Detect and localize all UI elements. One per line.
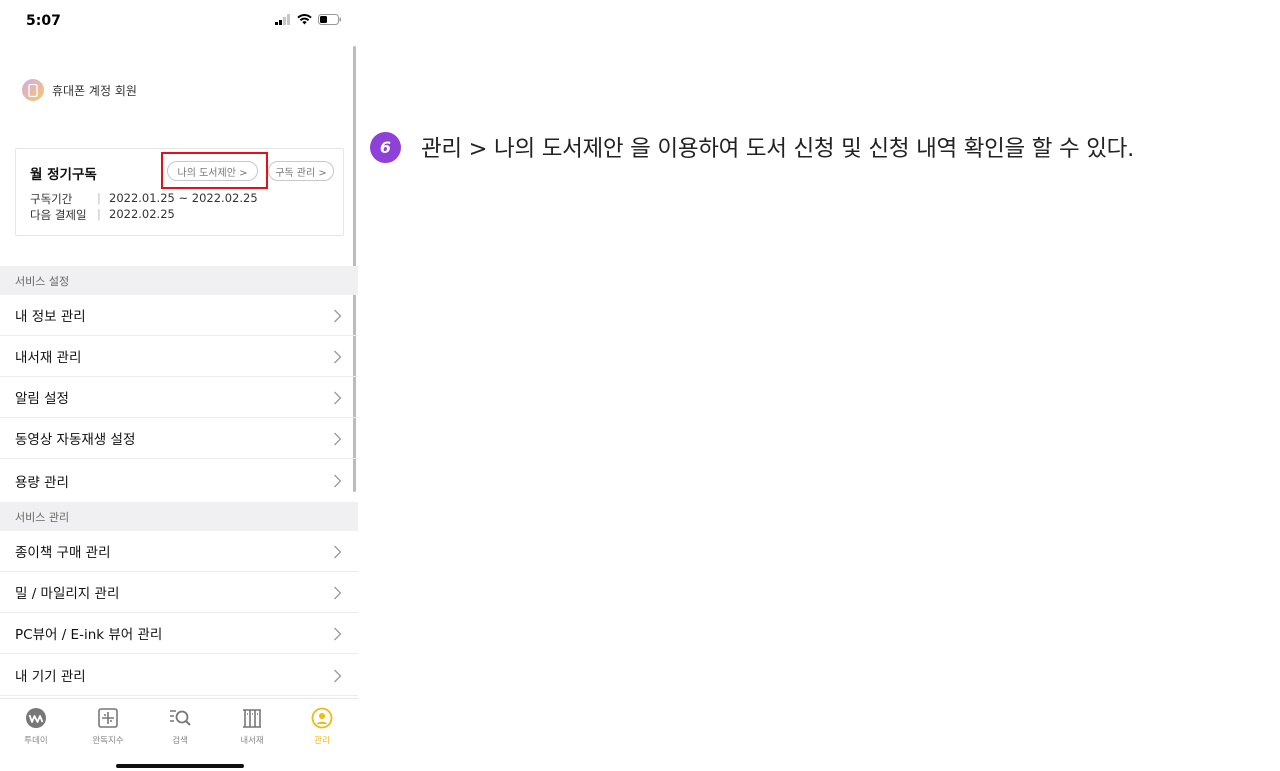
menu-item-label: 알림 설정 xyxy=(15,391,69,407)
chevron-right-icon xyxy=(334,669,342,683)
tab-label: 검색 xyxy=(172,736,188,746)
tab-label: 완독지수 xyxy=(92,736,124,746)
menu-item-library-manage[interactable]: 내서재 관리 xyxy=(0,336,358,377)
subscription-manage-button[interactable]: 구독 관리 > xyxy=(268,161,334,181)
highlight-box xyxy=(161,152,268,189)
tab-label: 내서재 xyxy=(240,736,264,746)
menu-item-label: PC뷰어 / E-ink 뷰어 관리 xyxy=(15,627,163,643)
tab-label: 관리 xyxy=(314,736,330,746)
menu-item-viewer-manage[interactable]: PC뷰어 / E-ink 뷰어 관리 xyxy=(0,613,358,654)
menu-item-storage[interactable]: 용량 관리 xyxy=(0,460,358,501)
chevron-right-icon xyxy=(334,474,342,488)
phone-account-icon xyxy=(22,79,44,101)
completion-index-icon xyxy=(98,708,118,728)
wifi-icon xyxy=(297,14,312,25)
tab-today[interactable]: 투데이 xyxy=(0,707,72,746)
subscription-card: 월 정기구독 나의 도서제안 > 구독 관리 > 구독기간 | 2022.01.… xyxy=(15,148,344,236)
row-separator: | xyxy=(97,207,101,221)
section-header-service-manage: 서비스 관리 xyxy=(0,502,358,531)
status-icons xyxy=(275,14,342,25)
tab-label: 투데이 xyxy=(24,736,48,746)
menu-item-notification-settings[interactable]: 알림 설정 xyxy=(0,377,358,418)
phone-screen: 5:07 휴대폰 계정 회원 월 정기구독 나의 도서제안 > 구독 관리 > … xyxy=(0,0,358,771)
cellular-signal-icon xyxy=(275,14,290,25)
menu-item-mileage[interactable]: 밀 / 마일리지 관리 xyxy=(0,572,358,613)
battery-icon xyxy=(318,14,341,25)
step-number-badge: 6 xyxy=(370,131,401,163)
menu-item-label: 내 기기 관리 xyxy=(15,669,86,685)
menu-item-label: 밀 / 마일리지 관리 xyxy=(15,586,120,602)
account-type-label: 휴대폰 계정 회원 xyxy=(52,83,137,98)
status-bar: 5:07 xyxy=(0,0,358,44)
library-icon xyxy=(243,709,261,728)
chevron-right-icon xyxy=(334,309,342,323)
today-icon xyxy=(26,708,46,728)
chevron-right-icon xyxy=(334,627,342,641)
chevron-right-icon xyxy=(334,545,342,559)
menu-item-paper-book-purchase[interactable]: 종이책 구매 관리 xyxy=(0,531,358,572)
tab-search[interactable]: 검색 xyxy=(144,707,216,746)
row-separator: | xyxy=(97,191,101,205)
chevron-right-icon xyxy=(334,432,342,446)
search-icon xyxy=(170,710,191,726)
subscription-period-value: 2022.01.25 ~ 2022.02.25 xyxy=(109,191,258,205)
menu-item-label: 용량 관리 xyxy=(15,474,69,491)
tab-manage[interactable]: 관리 xyxy=(286,707,358,746)
status-time: 5:07 xyxy=(26,13,61,29)
menu-item-label: 내 정보 관리 xyxy=(15,309,86,325)
menu-item-label: 동영상 자동재생 설정 xyxy=(15,432,136,448)
profile-icon xyxy=(311,707,333,729)
tab-completion-index[interactable]: 완독지수 xyxy=(72,707,144,746)
subscription-period-row: 구독기간 | 2022.01.25 ~ 2022.02.25 xyxy=(30,191,258,207)
menu-item-my-info[interactable]: 내 정보 관리 xyxy=(0,295,358,336)
instruction: 6 관리 > 나의 도서제안 을 이용하여 도서 신청 및 신청 내역 확인을 … xyxy=(370,131,1134,163)
instruction-text: 관리 > 나의 도서제안 을 이용하여 도서 신청 및 신청 내역 확인을 할 … xyxy=(421,136,1134,162)
chevron-right-icon xyxy=(334,350,342,364)
menu-item-label: 종이책 구매 관리 xyxy=(15,545,111,561)
next-payment-row: 다음 결제일 | 2022.02.25 xyxy=(30,207,175,223)
next-payment-label: 다음 결제일 xyxy=(30,208,87,222)
menu-item-my-devices[interactable]: 내 기기 관리 xyxy=(0,655,358,696)
subscription-period-label: 구독기간 xyxy=(30,192,73,206)
section-header-service-settings: 서비스 설정 xyxy=(0,266,358,295)
account-info: 휴대폰 계정 회원 xyxy=(22,79,137,101)
tab-library[interactable]: 내서재 xyxy=(216,707,288,746)
chevron-right-icon xyxy=(334,391,342,405)
menu-item-label: 내서재 관리 xyxy=(15,350,82,366)
next-payment-value: 2022.02.25 xyxy=(109,207,175,221)
home-indicator xyxy=(116,764,244,768)
bottom-tab-bar: 투데이 완독지수 검색 내서재 관리 xyxy=(0,698,358,771)
subscription-title: 월 정기구독 xyxy=(30,167,97,183)
menu-item-video-autoplay[interactable]: 동영상 자동재생 설정 xyxy=(0,418,358,459)
chevron-right-icon xyxy=(334,586,342,600)
